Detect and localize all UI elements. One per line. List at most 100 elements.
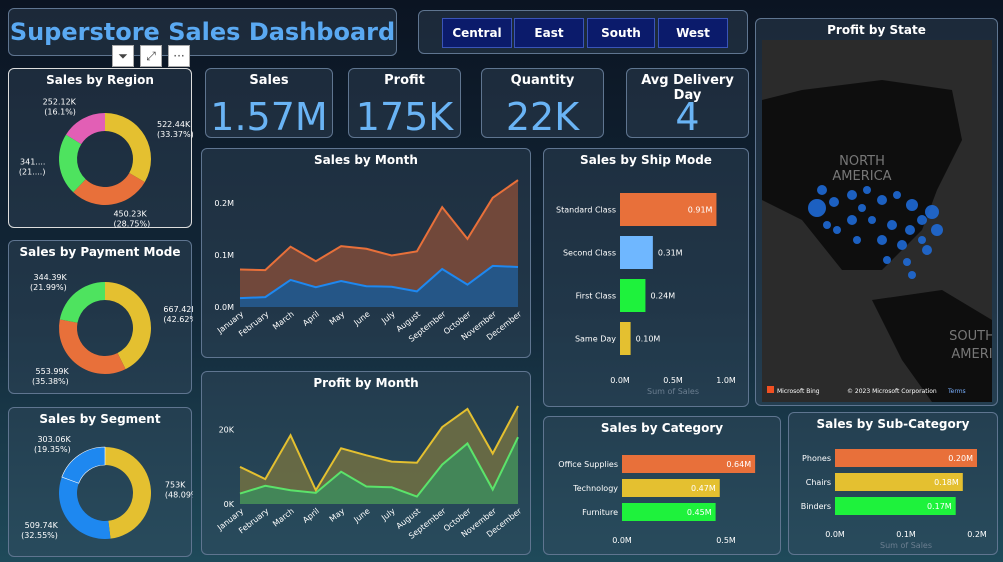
data-label: 252.12K xyxy=(43,98,77,107)
shipmode-chart: Standard Class 0.91M Second Class 0.31M Firs… xyxy=(556,193,736,396)
y-tick-label: 0.1M xyxy=(214,251,234,260)
data-label: (32.55%) xyxy=(21,531,58,540)
filter-east-button[interactable]: East xyxy=(514,18,584,48)
filter-central-button[interactable]: Central xyxy=(442,18,512,48)
category-label: Binders xyxy=(801,502,831,511)
category-label: Furniture xyxy=(582,508,618,517)
profit-bubble xyxy=(858,204,866,212)
data-label: 753K xyxy=(165,480,186,489)
sales-by-payment-card[interactable]: Sales by Payment Mode667.42K(42.62%)553.… xyxy=(8,240,193,394)
profit-bubble xyxy=(922,245,932,255)
profit-bubble xyxy=(817,185,827,195)
map-copyright: © 2023 Microsoft Corporation xyxy=(847,388,937,395)
sales-by-segment-card[interactable]: Sales by Segment753K(48.09%)509.74K(32.5… xyxy=(8,407,193,557)
map-region-label: AMERI xyxy=(951,347,992,362)
data-label: 509.74K xyxy=(25,521,59,530)
profit-bubble xyxy=(903,258,911,266)
sales-by-category-card[interactable]: Sales by Category Office Supplies 0.64M Tec… xyxy=(543,416,781,555)
category-chart: Office Supplies 0.64M Technology 0.47M Furni… xyxy=(558,455,756,545)
bar xyxy=(620,236,653,269)
profit-by-state-map[interactable]: NORTHAMERICA SOUTH AMERI Microsoft Bing © 20… xyxy=(762,40,992,402)
y-tick-label: 0K xyxy=(224,500,235,509)
kpi-value: 4 xyxy=(675,95,700,139)
segment-chart: 753K(48.09%) 509.74K(32.55%) 303.06K(19.35… xyxy=(21,435,193,540)
profit-bubble xyxy=(847,190,857,200)
data-label: (16.1%) xyxy=(44,108,76,117)
category-label: Office Supplies xyxy=(558,460,618,469)
map-region-label: AMERICA xyxy=(832,169,891,184)
dashboard-title: Superstore Sales Dashboard xyxy=(8,8,397,56)
donut-slice xyxy=(59,477,111,539)
x-tick-label: July xyxy=(379,309,397,326)
sales-by-subcategory-card[interactable]: Sales by Sub-Category Phones 0.20M Chairs 0.… xyxy=(788,412,998,555)
profit-bubble xyxy=(908,271,916,279)
filter-south-button[interactable]: South xyxy=(587,18,655,48)
x-tick-label: March xyxy=(271,506,296,528)
data-label: (33.37%) xyxy=(157,130,193,139)
data-label: 0.45M xyxy=(687,508,712,517)
category-label: Standard Class xyxy=(556,206,616,215)
profit-bubble xyxy=(906,199,918,211)
map-region-label: NORTH xyxy=(839,154,885,169)
x-tick-label: 0.0M xyxy=(612,536,632,545)
category-label: Chairs xyxy=(806,478,831,487)
x-axis-title: Sum of Sales xyxy=(647,387,699,396)
kpi-value: 1.57M xyxy=(210,95,328,139)
y-tick-label: 0.0M xyxy=(214,303,234,312)
profit-bubble xyxy=(905,225,915,235)
data-label: (19.35%) xyxy=(34,445,71,454)
filter-west-button[interactable]: West xyxy=(658,18,728,48)
category-label: Phones xyxy=(802,454,831,463)
kpi-avg-delivery: Avg Delivery Day 4 xyxy=(626,68,749,139)
region-chart: 522.44K(33.37%) 450.23K(28.75%) 341....(21… xyxy=(19,98,193,229)
profit-bubble xyxy=(823,221,831,229)
data-label: 450.23K xyxy=(113,209,147,218)
profit-bubble xyxy=(847,215,857,225)
data-label: 0.31M xyxy=(658,249,683,258)
x-tick-label: 0.0M xyxy=(610,376,630,385)
kpi-sales: Sales 1.57M xyxy=(205,68,333,139)
x-tick-label: May xyxy=(328,506,347,523)
data-label: 0.64M xyxy=(726,460,751,469)
data-label: (21.99%) xyxy=(30,283,67,292)
profit-bubble xyxy=(917,215,927,225)
y-tick-label: 0.2M xyxy=(214,199,234,208)
filter-icon[interactable]: ⏷ xyxy=(112,45,134,67)
sales-by-region-card[interactable]: Sales by Region 522.44K (33.37%) 450.23K (28… xyxy=(8,68,193,229)
category-label: Same Day xyxy=(575,335,616,344)
more-options-icon[interactable]: ··· xyxy=(168,45,190,67)
data-label: (35.38%) xyxy=(32,377,69,386)
sales-by-shipmode-card[interactable]: Sales by Ship Mode Standard Class 0.91M Sec… xyxy=(543,148,749,407)
profit-bubble xyxy=(877,195,887,205)
data-label: 553.99K xyxy=(36,367,70,376)
profit-bubble xyxy=(829,197,839,207)
x-tick-label: 0.2M xyxy=(967,530,987,539)
profit-by-month-card[interactable]: Profit by Month 0K 20K January February March… xyxy=(201,371,531,555)
x-tick-label: 0.0M xyxy=(825,530,845,539)
data-label: 0.10M xyxy=(636,335,661,344)
kpi-profit: Profit 175K xyxy=(348,68,461,139)
sales-by-month-card[interactable]: Sales by Month 0.0M 0.1M 0.2M January Februar… xyxy=(201,148,531,358)
map-attribution: Microsoft Bing xyxy=(777,388,820,395)
bar xyxy=(620,322,631,355)
category-label: First Class xyxy=(576,292,616,301)
kpi-label: Quantity xyxy=(510,73,575,88)
profit-bubble xyxy=(853,236,861,244)
x-tick-label: 0.5M xyxy=(663,376,683,385)
profitmonth-chart: 0K20KJanuaryFebruary March April May June Jul… xyxy=(215,405,524,541)
x-tick-label: July xyxy=(379,506,397,523)
data-label: (21....) xyxy=(19,167,46,176)
microsoft-logo-icon xyxy=(767,386,774,393)
profit-bubble xyxy=(808,199,826,217)
profit-bubble xyxy=(883,256,891,264)
data-label: 0.47M xyxy=(691,484,716,493)
x-tick-label: March xyxy=(271,309,296,331)
profit-bubble xyxy=(897,240,907,250)
kpi-value: 22K xyxy=(505,95,580,139)
focus-mode-icon[interactable]: ⤢ xyxy=(140,45,162,67)
y-tick-label: 20K xyxy=(219,426,235,435)
profit-bubble xyxy=(931,224,943,236)
profit-bubble xyxy=(868,216,876,224)
data-label: (48.09%) xyxy=(165,490,193,499)
map-terms-link[interactable]: Terms xyxy=(947,388,966,395)
